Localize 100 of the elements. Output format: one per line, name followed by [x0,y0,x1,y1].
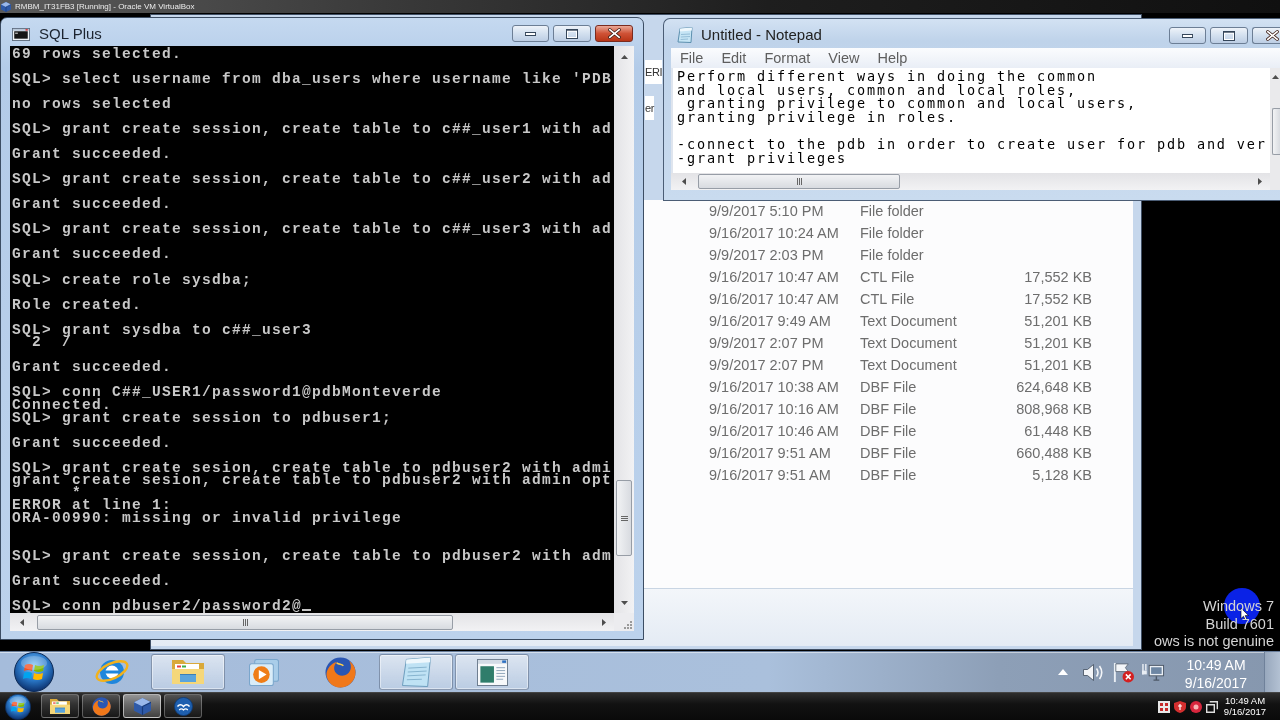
date-text: 9/9/2017 2:07 PM [709,356,825,374]
up-arrow-icon[interactable] [620,55,628,59]
date-text: 9/9/2017 5:10 PM [709,202,825,220]
file-size-text: 17,552 KB [1024,290,1092,308]
file-type-text: Text Document [860,312,958,330]
console-line: no rows selected [12,97,173,111]
close-button[interactable] [595,25,633,42]
menu-item[interactable]: Edit [712,48,756,68]
minimize-icon [525,31,536,36]
date-text: 9/16/2017 10:47 AM [709,290,840,308]
maximize-icon [1223,30,1235,41]
up-arrow-icon[interactable] [1272,75,1279,79]
scrollbar-thumb[interactable] [698,174,900,189]
console-line: Grant succeeded. [12,148,173,161]
text-line: -connect to the pdb in order to create user for pdb and ver [677,138,1267,153]
maximize-button[interactable] [1210,27,1248,44]
text-area[interactable] [671,68,1270,173]
date-text: 9/16/2017 9:51 AM [709,466,832,484]
cube-icon [1,1,11,12]
maximize-button[interactable] [553,25,591,42]
maximize-icon [566,28,578,39]
vertical-scrollbar[interactable] [614,46,634,613]
menu-item[interactable]: Help [868,48,917,68]
left-arrow-icon[interactable] [682,178,686,185]
network-icon[interactable] [1141,662,1165,682]
console-line: 69 rows selected. [12,47,183,61]
console-line: grant create sesion, create table to pdbuser2 with admin opt [12,474,613,487]
start-button[interactable] [14,652,54,692]
console-line: SQL> grant create session, create table to c##_user1 with ad [12,123,613,136]
console-line: Grant succeeded. [12,574,173,588]
menu-item[interactable]: File [671,48,713,68]
shield-icon[interactable] [1174,700,1186,713]
console-line: Grant succeeded. [12,198,173,211]
down-arrow-icon[interactable] [620,601,628,605]
speaker-icon[interactable] [1082,663,1104,681]
folder-icon [172,660,204,684]
menu-item[interactable]: Format [755,48,820,68]
notepad-icon [677,27,693,43]
play-icon [249,658,279,686]
left-arrow-icon[interactable] [20,618,24,626]
minimize-button[interactable] [512,25,549,42]
console-line: SQL> grant create session, create table to pdbuser2 with adm [12,549,613,563]
console-line: SQL> create role sysdba; [12,273,253,287]
date-text: 9/16/2017 10:38 AM [709,378,840,396]
console-line: Grant succeeded. [12,248,173,261]
date-text: 9/9/2017 2:03 PM [709,246,825,264]
date-text: 9/16/2017 9:49 AM [709,312,832,330]
date-text: 9/16/2017 10:16 AM [709,400,840,418]
file-type-text: File folder [860,202,925,220]
window-title: Untitled - Notepad [701,26,822,44]
toolbar-label: ERI [645,60,663,84]
text-line: and local users, common and local roles, [677,83,1077,98]
window-title: RMBM_IT31FB3 [Running] - Oracle VM VirtualBox [15,1,195,13]
grip-icon [796,178,802,185]
start-button[interactable] [5,693,31,720]
console-line: Role created. [12,298,143,312]
date-text: 9/16/2017 10:46 AM [709,422,840,440]
console-line: SQL> select username from dba_users where username like 'PDB [12,72,613,86]
text-line: granting privilege in roles. [677,111,957,125]
console-line: SQL> grant create session to pdbuser1; [12,411,393,425]
file-type-text: Text Document [860,356,958,374]
grid-icon[interactable] [1158,700,1170,713]
horizontal-scrollbar[interactable] [10,613,614,631]
file-size-text: 808,968 KB [1016,400,1092,418]
scrollbar-thumb[interactable] [616,480,632,556]
file-size-text: 61,448 KB [1024,422,1092,440]
console-line: SQL> grant create session, create table to c##_user2 with ad [12,173,613,186]
vertical-scrollbar[interactable] [1270,68,1280,190]
close-button[interactable] [1252,27,1280,44]
grip-icon [242,618,248,626]
notepad-icon [401,657,431,687]
file-size-text: 51,201 KB [1024,312,1092,330]
clock-time: 10:49 AM [1186,656,1246,674]
window-title: SQL Plus [39,25,102,43]
text-line: Perform different ways in doing the common [677,70,1097,84]
flag-icon[interactable] [1112,661,1134,683]
disc-icon[interactable] [1190,700,1202,713]
toolbar-label: er [645,96,654,120]
globe-icon [91,696,111,716]
scrollbar-thumb[interactable] [1272,108,1280,155]
file-size-text: 660,488 KB [1016,444,1092,462]
file-type-text: DBF File [860,378,918,396]
console-window-icon [12,28,30,41]
console-line: Connected. [12,399,112,412]
horizontal-scrollbar[interactable] [671,173,1270,190]
right-arrow-icon[interactable] [1258,178,1262,185]
file-type-text: File folder [860,224,925,242]
file-type-text: File folder [860,246,925,264]
menu-item[interactable]: View [819,48,869,68]
scrollbar-thumb[interactable] [37,614,453,630]
file-type-text: CTL File [860,290,916,308]
window-icon [476,658,508,686]
stacked-windows-icon[interactable] [1206,700,1218,713]
date-text: 9/16/2017 10:24 AM [709,224,840,242]
console-line: * [71,486,82,500]
minimize-button[interactable] [1169,27,1206,44]
right-arrow-icon[interactable] [602,618,606,626]
date-text: 9/16/2017 10:47 AM [709,268,840,286]
cube-icon [133,697,151,715]
resize-grip-icon[interactable] [624,621,632,629]
